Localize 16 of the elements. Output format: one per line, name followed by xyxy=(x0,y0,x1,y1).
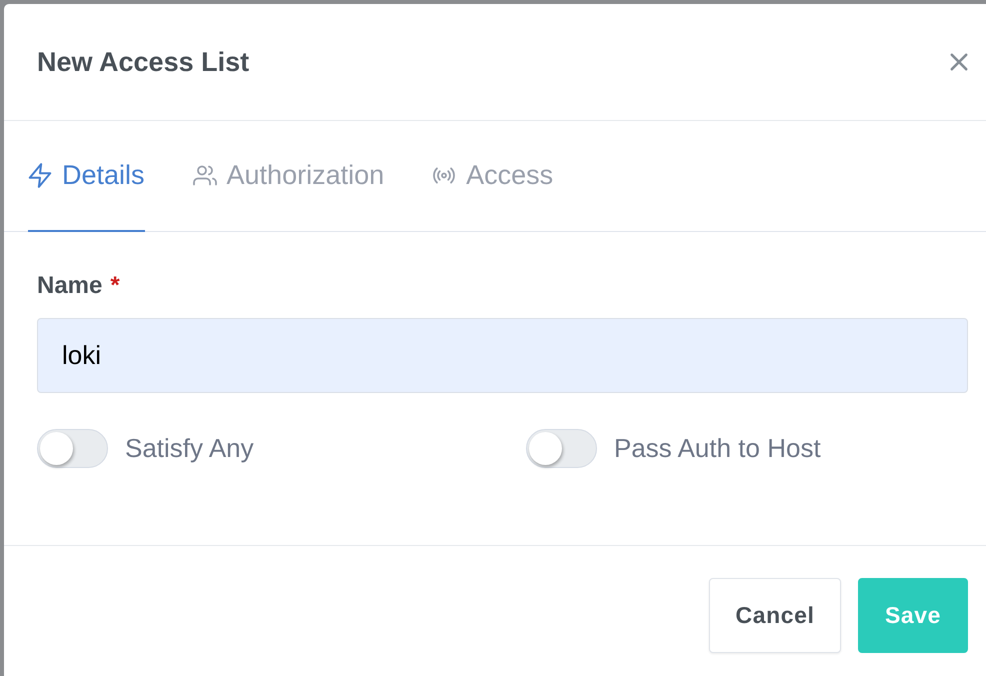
switch-label: Pass Auth to Host xyxy=(614,433,821,464)
lightning-icon xyxy=(28,163,52,188)
tab[interactable]: Access xyxy=(432,121,554,232)
users-icon xyxy=(192,163,217,188)
close-icon xyxy=(950,53,968,71)
dialog-title: New Access List xyxy=(37,46,250,78)
name-input[interactable]: loki xyxy=(37,318,968,393)
required-mark: * xyxy=(110,272,120,300)
tab[interactable]: Details xyxy=(28,121,145,232)
switch-label: Satisfy Any xyxy=(125,433,254,464)
field-label: Name xyxy=(37,272,102,300)
toggle-switch[interactable] xyxy=(526,429,597,468)
save-button[interactable]: Save xyxy=(858,578,968,653)
toggle-switch[interactable] xyxy=(37,429,108,468)
cancel-button[interactable]: Cancel xyxy=(709,578,841,653)
tab[interactable]: Authorization xyxy=(192,121,384,232)
